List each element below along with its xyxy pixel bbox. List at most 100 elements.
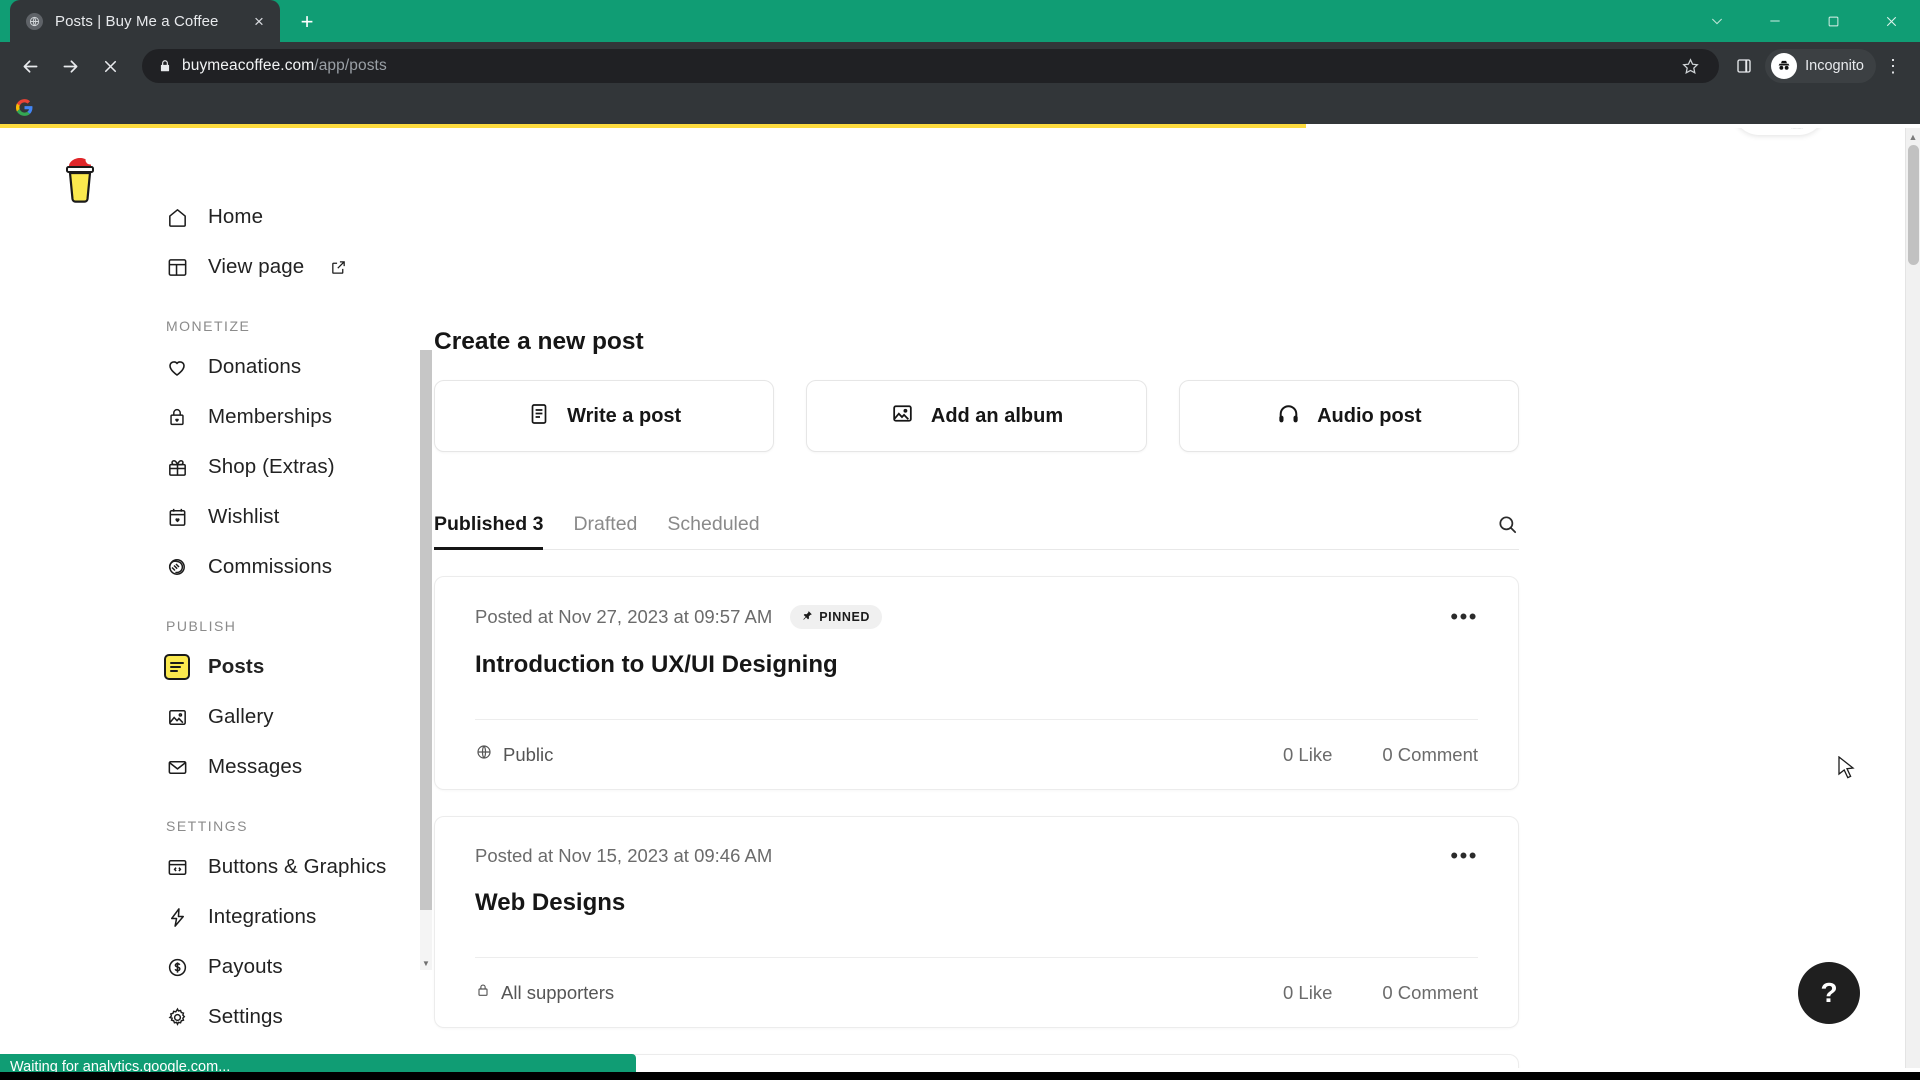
tab-scheduled[interactable]: Scheduled [667, 513, 759, 549]
omnibox-actions [1673, 57, 1707, 76]
url-path: /app/posts [314, 57, 387, 74]
write-a-post-button[interactable]: Write a post [434, 380, 775, 452]
tab-drafted[interactable]: Drafted [573, 513, 637, 549]
sidebar-item-label: Gallery [208, 705, 274, 728]
post-visibility: Public [475, 743, 553, 766]
sidebar-section-publish: PUBLISH [166, 618, 237, 634]
post-title[interactable]: Introduction to UX/UI Designing [475, 651, 1478, 679]
lock-icon [154, 59, 176, 73]
browser-menu-icon[interactable]: ⋮ [1876, 56, 1910, 77]
address-bar[interactable]: buymeacoffee.com/app/posts [142, 49, 1720, 83]
code-window-icon [164, 854, 190, 880]
side-panel-icon[interactable] [1727, 57, 1761, 75]
sidebar-item-wishlist[interactable]: Wishlist [164, 492, 432, 542]
headphones-icon [1276, 401, 1301, 431]
bookmark-star-icon[interactable] [1673, 57, 1707, 76]
sidebar-scroll-thumb[interactable] [420, 350, 432, 910]
image-icon [890, 401, 915, 431]
browser-window: Posts | Buy Me a Coffee × + buymeacoffee… [0, 0, 1920, 1080]
maximize-icon[interactable] [1804, 0, 1862, 42]
account-menu-button[interactable] [1733, 128, 1825, 135]
post-options-menu[interactable]: ••• [1450, 606, 1478, 628]
badge-label: PINNED [819, 610, 871, 624]
post-likes: 0 Like [1283, 743, 1333, 765]
tab-published[interactable]: Published 3 [434, 513, 544, 550]
chevron-down-icon[interactable]: ▼ [420, 956, 432, 970]
gear-icon [164, 1004, 190, 1030]
create-action-label: Add an album [930, 404, 1064, 427]
post-options-menu[interactable]: ••• [1450, 845, 1478, 867]
audio-post-button[interactable]: Audio post [1178, 380, 1519, 452]
close-icon[interactable]: × [248, 10, 270, 32]
incognito-profile-button[interactable]: Incognito [1765, 49, 1876, 83]
window-close-icon[interactable] [1862, 0, 1920, 42]
sidebar-section-settings: SETTINGS [166, 818, 249, 834]
app-page: Home View page MONETIZE Donations Member… [0, 128, 1920, 1068]
page-scroll-thumb[interactable] [1908, 145, 1919, 265]
sidebar-item-buttons-graphics[interactable]: Buttons & Graphics [164, 842, 432, 892]
new-tab-button[interactable]: + [290, 5, 324, 39]
post-stats: 0 Like 0 Comment [1283, 982, 1478, 1004]
search-icon[interactable] [1496, 513, 1519, 549]
minimize-icon[interactable] [1746, 0, 1804, 42]
post-card[interactable]: Posted at Nov 15, 2023 at 09:46 AM ••• W… [434, 816, 1519, 1028]
heart-icon [164, 354, 190, 380]
sidebar-item-gallery[interactable]: Gallery [164, 692, 432, 742]
dollar-circle-icon [164, 954, 190, 980]
sidebar-item-payouts[interactable]: Payouts [164, 942, 432, 992]
external-link-icon [330, 259, 347, 276]
buymeacoffee-cup-logo[interactable] [58, 150, 102, 208]
forward-icon[interactable] [50, 46, 90, 86]
post-date: Posted at Nov 15, 2023 at 09:46 AM [475, 845, 773, 866]
sidebar-item-shop[interactable]: Shop (Extras) [164, 442, 432, 492]
sidebar-scrollbar[interactable]: ▼ [420, 350, 432, 970]
sidebar-item-label: Shop (Extras) [208, 455, 335, 478]
post-comments: 0 Comment [1382, 981, 1478, 1003]
post-filter-tabs: Published 3 Drafted Scheduled [434, 504, 1519, 550]
back-icon[interactable] [10, 46, 50, 86]
sidebar-item-label: Home [208, 205, 264, 228]
sidebar-item-messages[interactable]: Messages [164, 742, 432, 792]
sidebar-item-label: Integrations [208, 905, 317, 928]
sidebar-item-label: Payouts [208, 955, 283, 978]
sidebar-item-label: Posts [208, 655, 265, 678]
browser-tab[interactable]: Posts | Buy Me a Coffee × [10, 0, 280, 42]
url-host: buymeacoffee.com [182, 57, 315, 74]
posts-icon [164, 654, 190, 680]
browser-tabstrip: Posts | Buy Me a Coffee × + [0, 0, 1920, 42]
sidebar-item-label: Wishlist [208, 505, 280, 528]
post-visibility: All supporters [475, 981, 614, 1004]
sidebar-item-commissions[interactable]: Commissions [164, 542, 432, 592]
google-icon[interactable] [14, 97, 34, 117]
sidebar-item-label: Buttons & Graphics [208, 855, 387, 878]
bookmarks-bar [0, 90, 1920, 124]
add-an-album-button[interactable]: Add an album [806, 380, 1147, 452]
sidebar-item-posts[interactable]: Posts [164, 642, 432, 692]
handshake-icon [164, 554, 190, 580]
incognito-icon [1771, 53, 1798, 79]
help-button[interactable]: ? [1798, 962, 1860, 1024]
status-badge: PINNED [790, 605, 883, 629]
chevron-down-icon[interactable] [1688, 0, 1746, 42]
post-date: Posted at Nov 27, 2023 at 09:57 AM [475, 606, 773, 627]
sidebar-nav: Home View page MONETIZE Donations Member… [142, 192, 432, 1042]
page-scrollbar[interactable]: ▲ [1905, 128, 1920, 1068]
sidebar-item-donations[interactable]: Donations [164, 342, 432, 392]
post-title[interactable]: Web Designs [475, 889, 1478, 917]
sidebar-item-label: View page [208, 255, 305, 278]
url-text: buymeacoffee.com/app/posts [182, 57, 387, 75]
sidebar-item-integrations[interactable]: Integrations [164, 892, 432, 942]
post-card[interactable]: Posted at Nov 27, 2023 at 09:57 AM PINNE… [434, 576, 1519, 790]
sidebar-item-settings[interactable]: Settings [164, 992, 432, 1042]
sidebar-item-memberships[interactable]: Memberships [164, 392, 432, 442]
chevron-up-icon[interactable]: ▲ [1906, 128, 1920, 145]
pin-icon [802, 610, 813, 624]
sidebar-item-home[interactable]: Home [164, 192, 432, 242]
sidebar-item-view-page[interactable]: View page [164, 242, 432, 292]
image-icon [164, 704, 190, 730]
stop-loading-icon[interactable] [90, 46, 130, 86]
post-footer: All supporters 0 Like 0 Comment [475, 957, 1478, 1027]
sidebar-item-label: Settings [208, 1005, 283, 1028]
user-avatar[interactable] [1777, 128, 1817, 129]
create-actions-row: Write a post Add an album Audio post [434, 380, 1519, 452]
